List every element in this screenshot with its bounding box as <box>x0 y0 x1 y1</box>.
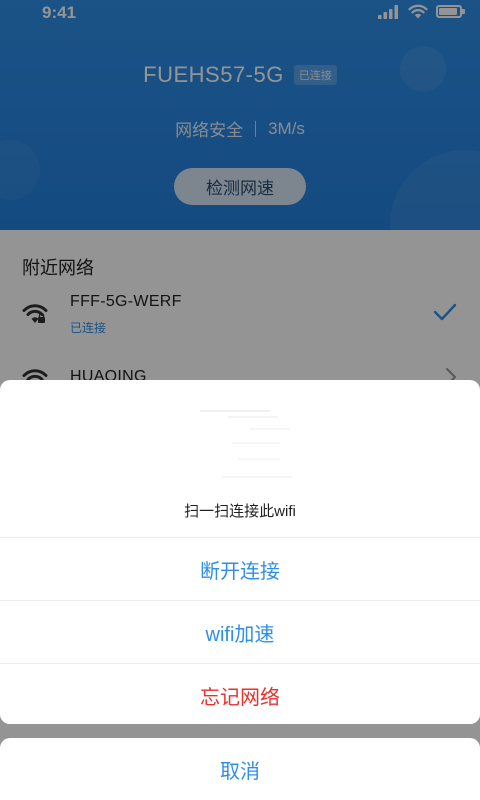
qr-caption: 扫一扫连接此wifi <box>184 503 296 520</box>
forget-network-button[interactable]: 忘记网络 <box>0 663 480 724</box>
cancel-button[interactable]: 取消 <box>0 738 480 800</box>
action-sheet: 扫一扫连接此wifi 断开连接 wifi加速 忘记网络 <box>0 380 480 724</box>
disconnect-button[interactable]: 断开连接 <box>0 537 480 600</box>
qr-code-placeholder <box>0 380 480 492</box>
wifi-boost-button[interactable]: wifi加速 <box>0 600 480 663</box>
